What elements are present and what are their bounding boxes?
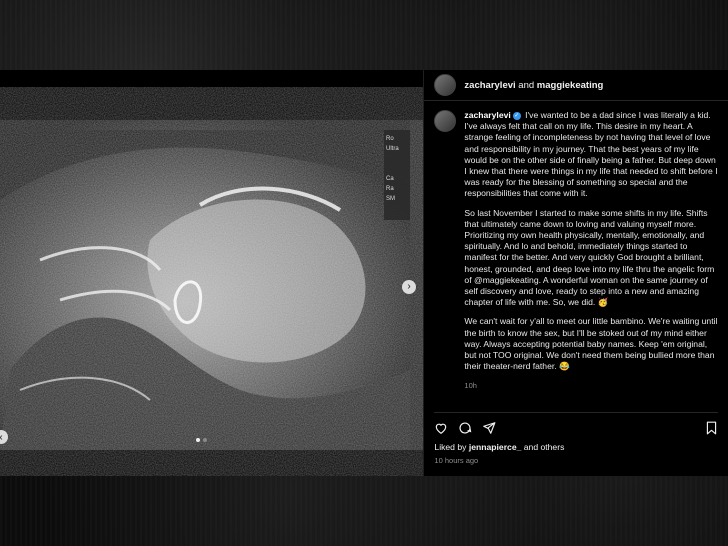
carousel-dot (203, 438, 207, 442)
header-usernames: zacharylevi and maggiekeating (464, 80, 603, 91)
avatar[interactable] (434, 110, 457, 132)
likes-user-link[interactable]: jennapierce_ (469, 442, 522, 452)
send-icon[interactable] (482, 421, 496, 435)
verified-badge-icon: ✓ (512, 111, 521, 120)
header-user-link[interactable]: zacharylevi (464, 80, 515, 91)
caption-paragraph-1: I've wanted to be a dad since I was lite… (464, 110, 718, 199)
post-side-panel: zacharylevi and maggiekeating zacharylev… (423, 70, 728, 476)
comment-icon[interactable] (458, 421, 472, 435)
caption-paragraph-3: We can't wait for y'all to meet our litt… (464, 316, 718, 372)
caption-paragraph-2: So last November I started to make some … (464, 207, 715, 308)
instagram-post: Ro Ultra Ca Ra SM › ‹ zacharylevi and ma… (0, 70, 728, 476)
caption-area: zacharylevi ✓ I've wanted to be a dad sin… (434, 110, 718, 410)
chevron-right-icon[interactable]: › (402, 280, 416, 294)
avatar[interactable] (434, 74, 457, 96)
post-header: zacharylevi and maggiekeating (424, 70, 728, 101)
bookmark-icon[interactable] (705, 421, 718, 435)
ultrasound-label: Ro (386, 136, 394, 142)
caption-paragraph: zacharylevi ✓ I've wanted to be a dad sin… (464, 110, 718, 200)
likes-prefix: Liked by (434, 442, 469, 452)
carousel-dot (196, 438, 200, 442)
header-joiner: and (515, 79, 537, 91)
header-user-link[interactable]: maggiekeating (537, 80, 604, 91)
likes-suffix[interactable]: and others (521, 442, 565, 452)
ultrasound-image: Ro Ultra Ca Ra SM (0, 120, 424, 450)
ultrasound-label: Ultra (386, 146, 399, 152)
ultrasound-label: Ca (386, 176, 394, 182)
carousel-dots (196, 438, 207, 442)
action-bar (434, 412, 718, 435)
likes-line: Liked by jennapierce_ and others (434, 442, 564, 452)
ultrasound-label: SM (386, 196, 395, 202)
caption-text: zacharylevi ✓ I've wanted to be a dad sin… (464, 110, 718, 410)
caption-username[interactable]: zacharylevi (464, 110, 510, 120)
post-media: Ro Ultra Ca Ra SM › ‹ (0, 70, 424, 476)
post-timestamp: 10 hours ago (434, 456, 479, 465)
heart-icon[interactable] (434, 421, 448, 435)
ultrasound-label: Ra (386, 186, 394, 192)
caption-age: 10h (464, 381, 477, 391)
